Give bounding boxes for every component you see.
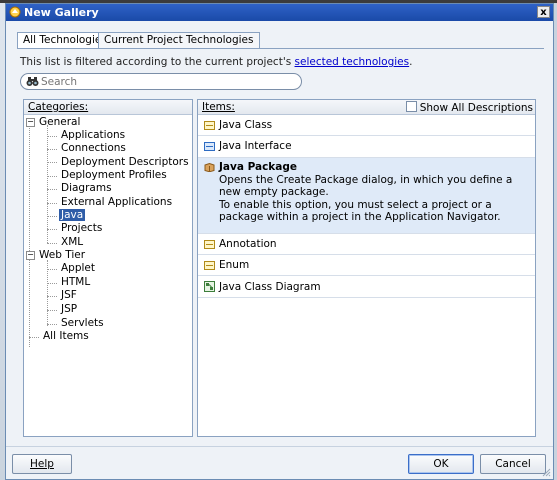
filter-note-suffix: .	[409, 56, 413, 68]
tree-node-diagrams[interactable]: Diagrams	[61, 182, 112, 195]
tree-node-jsp[interactable]: JSP	[61, 303, 77, 316]
java-package-icon	[204, 163, 215, 172]
tree-node-external-applications[interactable]: External Applications	[61, 196, 172, 209]
item-annotation[interactable]: Annotation	[198, 234, 535, 255]
tree-connector	[47, 125, 48, 243]
items-panel: Items: Show All Descriptions Java Class …	[197, 99, 536, 437]
tab-current-project-technologies[interactable]: Current Project Technologies	[98, 32, 260, 48]
item-description: Opens the Create Package dialog, in whic…	[219, 174, 513, 198]
tree-node-xml[interactable]: XML	[61, 236, 83, 249]
app-icon	[9, 6, 21, 18]
binoculars-icon	[26, 77, 39, 86]
item-java-package[interactable]: Java Package Opens the Create Package di…	[198, 158, 535, 234]
filter-note: This list is filtered according to the c…	[20, 56, 412, 68]
tree-node-java[interactable]: Java	[59, 209, 86, 222]
tree-node-applet[interactable]: Applet	[61, 262, 95, 275]
title-bar[interactable]: New Gallery x	[6, 4, 553, 21]
item-java-class[interactable]: Java Class	[198, 116, 535, 136]
ok-button[interactable]: OK	[408, 454, 474, 474]
collapse-icon[interactable]: −	[26, 251, 35, 260]
enum-icon	[204, 261, 215, 270]
item-enum[interactable]: Enum	[198, 255, 535, 276]
search-input[interactable]	[41, 75, 291, 88]
tree-node-servlets[interactable]: Servlets	[61, 317, 104, 330]
filter-note-text: This list is filtered according to the c…	[20, 56, 295, 68]
tree-node-deployment-descriptors[interactable]: Deployment Descriptors	[61, 156, 189, 169]
resize-grip-icon[interactable]	[541, 467, 551, 477]
selected-technologies-link[interactable]: selected technologies	[295, 56, 410, 68]
help-button[interactable]: Help	[12, 454, 72, 474]
close-button[interactable]: x	[537, 6, 550, 18]
item-java-class-diagram[interactable]: Java Class Diagram	[198, 276, 535, 298]
tree-node-projects[interactable]: Projects	[61, 222, 102, 235]
cancel-button[interactable]: Cancel	[480, 454, 546, 474]
collapse-icon[interactable]: −	[26, 118, 35, 127]
categories-panel: Categories: − General Applications Conne…	[23, 99, 193, 437]
tree-node-web-tier[interactable]: − Web Tier	[26, 249, 85, 262]
tree-node-applications[interactable]: Applications	[61, 129, 125, 142]
tree-node-jsf[interactable]: JSF	[61, 289, 77, 302]
item-java-interface[interactable]: Java Interface	[198, 136, 535, 158]
categories-header: Categories:	[24, 100, 192, 115]
annotation-icon	[204, 240, 215, 249]
tree-connector	[29, 125, 30, 347]
class-diagram-icon	[204, 281, 215, 292]
search-box[interactable]	[20, 73, 302, 90]
tree-node-html[interactable]: HTML	[61, 276, 90, 289]
checkbox-icon[interactable]	[405, 101, 417, 112]
tree-node-general[interactable]: − General	[26, 116, 80, 129]
tree-node-deployment-profiles[interactable]: Deployment Profiles	[61, 169, 167, 182]
show-all-descriptions-checkbox[interactable]: Show All Descriptions	[405, 101, 533, 115]
dialog-title: New Gallery	[24, 6, 99, 19]
java-interface-icon	[204, 142, 215, 151]
button-bar-separator	[6, 446, 553, 447]
item-description-note: To enable this option, you must select a…	[219, 199, 501, 223]
java-class-icon	[204, 121, 215, 130]
tree-node-connections[interactable]: Connections	[61, 142, 126, 155]
tab-divider	[17, 48, 544, 49]
items-header: Items: Show All Descriptions	[198, 100, 535, 115]
tree-node-all-items[interactable]: All Items	[43, 330, 89, 343]
new-gallery-dialog: New Gallery x All Technologies Current P…	[5, 3, 554, 480]
